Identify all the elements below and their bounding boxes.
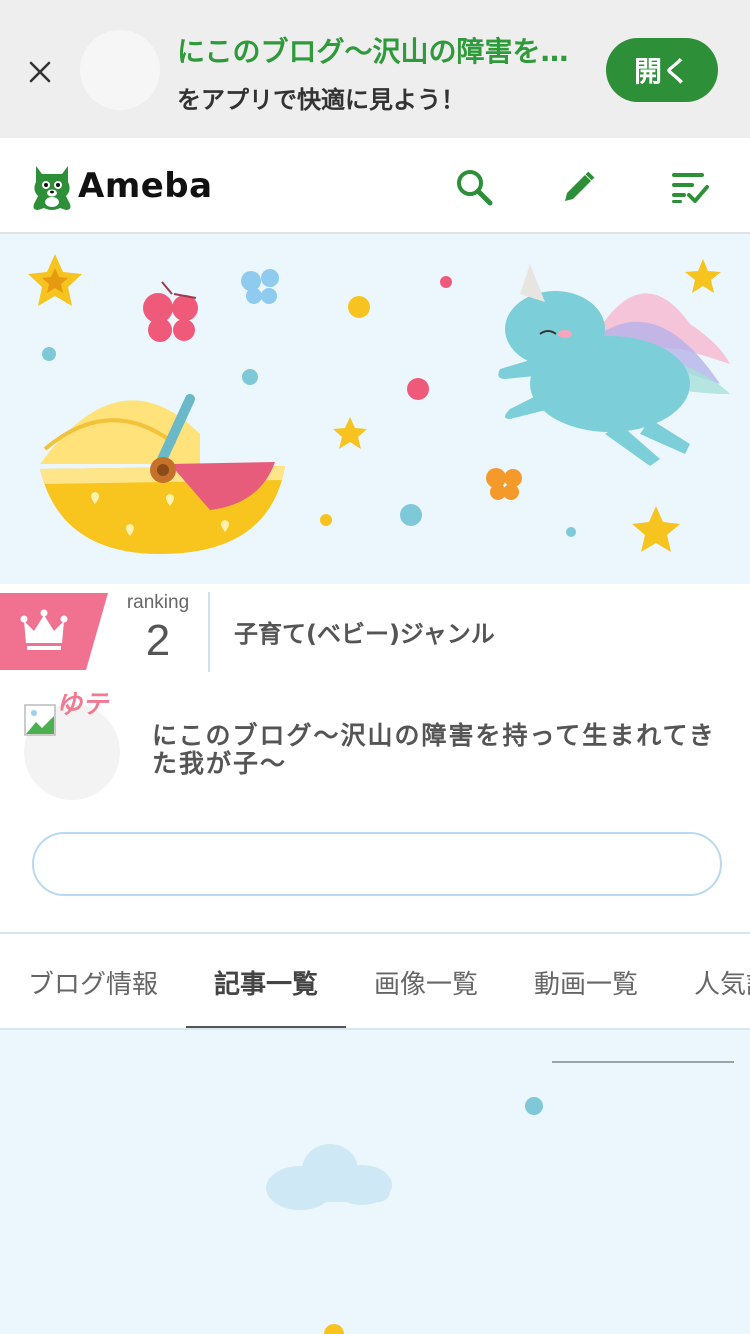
tab-blog-info[interactable]: ブログ情報 <box>28 934 158 1028</box>
cloud-icon <box>266 1144 392 1210</box>
ranking-number: 2 <box>145 616 171 665</box>
open-app-button[interactable]: 開く <box>606 38 718 102</box>
page: にこのブログ～沢山の障害を… をアプリで快適に見よう！ 開く Ameba ran… <box>0 0 750 1334</box>
tab-image-list[interactable]: 画像一覧 <box>374 934 478 1028</box>
divider <box>552 1061 734 1063</box>
blog-title[interactable]: にこのブログ～沢山の障害を持って生まれてきた我が子～ <box>152 722 722 778</box>
tab-bar: ブログ情報 記事一覧 画像一覧 動画一覧 人気記事 <box>0 932 750 1030</box>
profile-name: ゆテ <box>56 690 109 720</box>
crown-badge <box>0 593 108 670</box>
divider <box>208 592 210 672</box>
ranking-row[interactable]: ranking 2 子育て(ベビー)ジャンル <box>0 584 750 674</box>
ranking-genre: 子育て(ベビー)ジャンル <box>234 620 495 648</box>
banner-title: にこのブログ～沢山の障害を… <box>177 35 569 68</box>
tab-article-list[interactable]: 記事一覧 <box>186 934 346 1028</box>
search-icon[interactable] <box>453 166 495 208</box>
tab-video-list[interactable]: 動画一覧 <box>534 934 638 1028</box>
banner-subtitle: をアプリで快適に見よう！ <box>177 86 465 114</box>
pencil-icon[interactable] <box>558 166 600 208</box>
ranking-label: ranking <box>126 592 190 613</box>
header: Ameba <box>0 138 750 234</box>
broken-image-icon <box>24 704 56 736</box>
article-list-area <box>0 1030 750 1334</box>
blog-avatar <box>80 30 160 110</box>
checklist-icon[interactable] <box>668 166 710 208</box>
app-banner: にこのブログ～沢山の障害を… をアプリで快適に見よう！ 開く <box>0 0 750 138</box>
follow-button[interactable] <box>32 832 722 896</box>
ameba-mascot-icon <box>33 166 71 210</box>
close-icon[interactable] <box>22 54 58 90</box>
ameba-logo[interactable]: Ameba <box>30 158 213 214</box>
logo-text: Ameba <box>78 166 213 206</box>
star-icon <box>28 254 82 306</box>
tab-popular-articles[interactable]: 人気記事 <box>694 934 750 1028</box>
blog-header-image <box>0 234 750 584</box>
